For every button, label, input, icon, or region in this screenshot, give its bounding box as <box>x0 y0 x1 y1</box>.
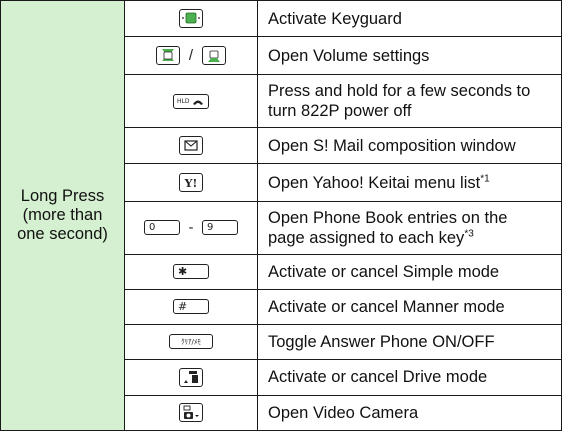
mail-key-icon <box>179 136 203 156</box>
power-end-key-icon: HLD <box>173 93 209 109</box>
key-cell <box>124 358 258 396</box>
table-row: Long Press (more than one second) Activa… <box>0 0 562 431</box>
digit-9-key-text: 9 <box>206 221 214 233</box>
row-description-line-1: Press and hold for a few seconds to <box>268 82 531 101</box>
digit-9-key-icon: 9 <box>201 219 238 235</box>
row-description: Open Yahoo! Keitai menu list*1 <box>257 163 562 202</box>
row-description: Toggle Answer Phone ON/OFF <box>257 323 562 360</box>
svg-text:Y!: Y! <box>184 177 198 190</box>
key-separator: / <box>188 47 194 65</box>
category-line-1: Long Press <box>20 187 105 205</box>
row-description: Open Phone Book entries on the page assi… <box>257 200 562 255</box>
key-cell <box>124 0 258 38</box>
clear-key-text: ｸﾘｱ/ﾒﾓ <box>181 337 201 346</box>
row-description: Activate Keyguard <box>257 0 562 38</box>
pound-key-text: # <box>178 300 188 314</box>
key-cell: # <box>124 288 258 325</box>
character-key-icon <box>179 367 203 387</box>
yahoo-key-icon: Y! <box>179 173 203 193</box>
row-description-line-1: Open Phone Book entries on the <box>268 208 508 227</box>
digit-0-key-icon: 0 <box>144 219 181 235</box>
row-description-text: Open Yahoo! Keitai menu list <box>268 173 481 192</box>
key-cell: ✱ <box>124 253 258 290</box>
row-description: Press and hold for a few seconds to turn… <box>257 74 562 129</box>
row-description-line-2: turn 822P power off <box>268 102 412 121</box>
key-cell <box>124 394 258 431</box>
key-cell: Y! <box>124 163 258 202</box>
camera-key-icon <box>179 403 203 423</box>
row-description-line-2: page assigned to each key <box>268 228 465 247</box>
star-key-text: ✱ <box>178 265 188 278</box>
category-cell: Long Press (more than one second) <box>0 0 125 431</box>
clear-memo-key-icon: ｸﾘｱ/ﾒﾓ <box>169 334 213 350</box>
digit-0-key-text: 0 <box>149 221 156 233</box>
row-description: Activate or cancel Simple mode <box>257 253 562 290</box>
key-separator: - <box>188 218 194 236</box>
multi-select-up-key-icon <box>156 46 181 66</box>
multi-select-center-key-icon <box>179 9 203 29</box>
category-line-3: one second) <box>17 225 108 243</box>
long-press-key-table: Long Press (more than one second) Activa… <box>0 0 562 431</box>
footnote-ref: *3 <box>464 228 474 240</box>
row-description: Activate or cancel Drive mode <box>257 358 562 396</box>
category-line-2: (more than <box>22 206 103 224</box>
row-description: Open Volume settings <box>257 36 562 76</box>
multi-select-down-key-icon <box>201 46 226 66</box>
pound-key-icon: # <box>173 299 209 315</box>
key-cell: ｸﾘｱ/ﾒﾓ <box>124 323 258 360</box>
row-description: Open S! Mail composition window <box>257 127 562 165</box>
key-cell: / <box>124 36 258 76</box>
row-description: Open Video Camera <box>257 394 562 431</box>
row-description: Activate or cancel Manner mode <box>257 288 562 325</box>
key-cell: HLD <box>124 74 258 129</box>
key-cell <box>124 127 258 165</box>
footnote-ref: *1 <box>480 173 490 185</box>
star-key-icon: ✱ <box>173 264 209 279</box>
key-cell: 0 - 9 <box>124 200 258 255</box>
